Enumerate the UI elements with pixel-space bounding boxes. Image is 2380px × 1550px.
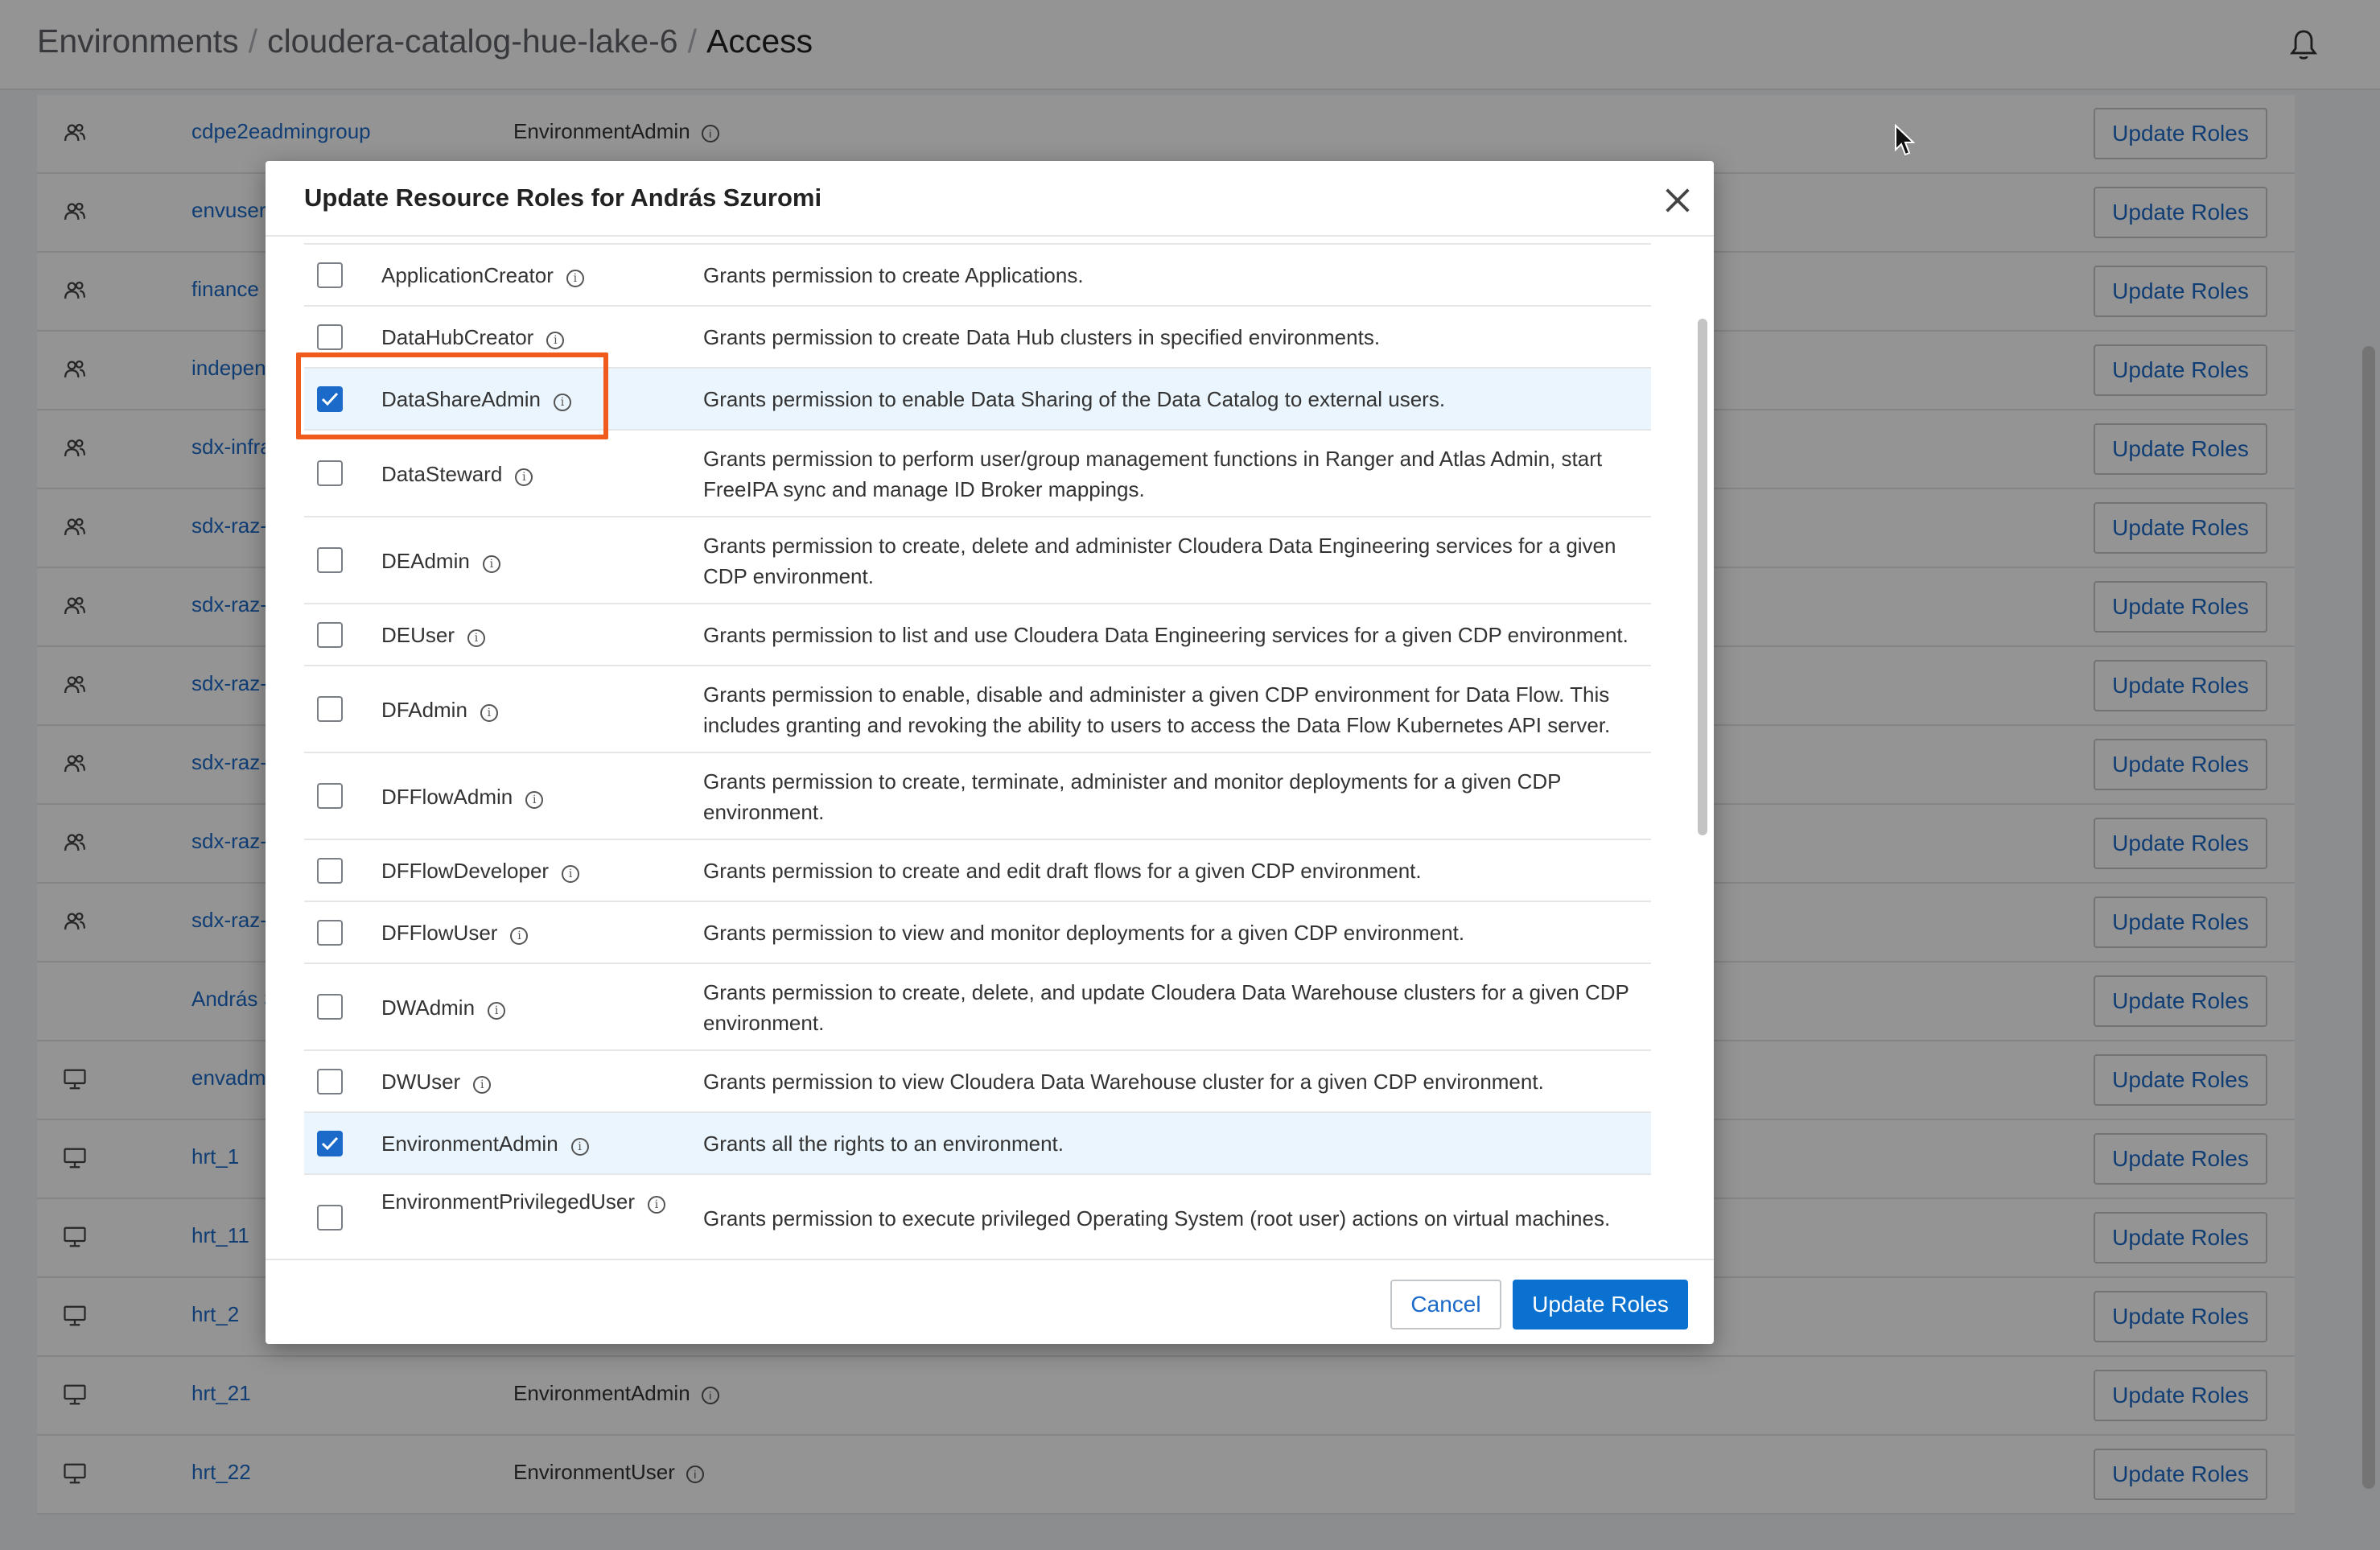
info-icon[interactable]: i <box>480 704 498 722</box>
role-row[interactable]: DataHubCreator i Grants permission to crea… <box>304 307 1651 369</box>
update-roles-button[interactable]: Update Roles <box>1513 1280 1688 1329</box>
role-name: DataHubCreator i <box>381 322 671 352</box>
role-checkbox[interactable] <box>317 547 343 573</box>
role-checkbox[interactable] <box>317 994 343 1020</box>
role-name-label: DEUser <box>381 623 455 647</box>
info-icon[interactable]: i <box>570 1138 589 1156</box>
role-name-label: EnvironmentPrivilegedUser <box>381 1189 636 1214</box>
info-icon[interactable]: i <box>546 332 565 349</box>
roles-list: ApplicationCreator i Grants permission to … <box>304 243 1651 1259</box>
checkmark-icon <box>321 392 339 406</box>
role-description: Grants permission to create, delete and … <box>703 534 1616 588</box>
info-icon[interactable]: i <box>467 629 486 647</box>
role-name-label: EnvironmentAdmin <box>381 1132 558 1156</box>
role-description: Grants permission to enable Data Sharing… <box>703 387 1446 411</box>
info-icon[interactable]: i <box>510 927 529 945</box>
info-icon[interactable]: i <box>562 865 580 883</box>
role-description: Grants permission to perform user/group … <box>703 447 1603 501</box>
role-row[interactable]: DFFlowAdmin i Grants permission to create,… <box>304 753 1651 840</box>
close-icon[interactable] <box>1662 185 1693 216</box>
roles-scrollbar-thumb[interactable] <box>1698 319 1707 835</box>
role-checkbox[interactable] <box>317 920 343 946</box>
role-description: Grants permission to view and monitor de… <box>703 921 1465 945</box>
role-name: DataShareAdmin i <box>381 384 671 414</box>
info-icon[interactable]: i <box>648 1196 666 1214</box>
role-name: EnvironmentPrivilegedUser i <box>381 1186 671 1217</box>
role-description: Grants all the rights to an environment. <box>703 1132 1064 1156</box>
role-checkbox[interactable] <box>317 386 343 412</box>
checkmark-icon <box>321 1136 339 1151</box>
info-icon[interactable]: i <box>488 1002 506 1020</box>
roles-scroll-area[interactable]: ApplicationCreator i Grants permission to … <box>304 237 1675 1259</box>
role-description: Grants permission to create and edit dra… <box>703 859 1422 883</box>
role-name-label: DataShareAdmin <box>381 387 541 411</box>
modal-title: Update Resource Roles for András Szuromi <box>304 183 822 212</box>
info-icon[interactable]: i <box>566 270 584 287</box>
role-name-label: DEAdmin <box>381 549 470 573</box>
role-description: Grants permission to list and use Cloude… <box>703 623 1629 647</box>
role-row[interactable]: DFFlowUser i Grants permission to view and… <box>304 902 1651 964</box>
role-row[interactable]: DWAdmin i Grants permission to create, del… <box>304 964 1651 1051</box>
role-name: DEAdmin i <box>381 546 671 576</box>
mouse-cursor-icon <box>1895 124 1915 156</box>
role-name: DFFlowAdmin i <box>381 781 671 812</box>
role-checkbox[interactable] <box>317 1131 343 1156</box>
role-name: DFFlowUser i <box>381 917 671 948</box>
role-row[interactable]: ApplicationCreator i Grants permission to … <box>304 245 1651 307</box>
role-name-label: DFFlowDeveloper <box>381 859 550 883</box>
info-icon[interactable]: i <box>473 1076 492 1094</box>
role-checkbox[interactable] <box>317 1069 343 1094</box>
role-name-label: DFFlowUser <box>381 921 498 945</box>
role-description: Grants permission to enable, disable and… <box>703 682 1611 737</box>
role-row[interactable]: DataShareAdmin i Grants permission to enab… <box>304 369 1651 431</box>
role-name-label: ApplicationCreator <box>381 263 554 287</box>
role-checkbox[interactable] <box>317 696 343 722</box>
role-checkbox[interactable] <box>317 1205 343 1231</box>
role-name: DWAdmin i <box>381 992 671 1023</box>
role-checkbox[interactable] <box>317 262 343 288</box>
info-icon[interactable]: i <box>515 468 533 486</box>
cancel-button[interactable]: Cancel <box>1390 1280 1501 1329</box>
role-description: Grants permission to view Cloudera Data … <box>703 1070 1544 1094</box>
role-name: DEUser i <box>381 620 671 650</box>
role-name: DFFlowDeveloper i <box>381 855 671 886</box>
modal-divider <box>266 1259 1714 1260</box>
info-icon[interactable]: i <box>482 555 500 573</box>
role-name-label: DFFlowAdmin <box>381 785 513 809</box>
role-checkbox[interactable] <box>317 858 343 884</box>
info-icon[interactable]: i <box>554 394 571 411</box>
role-row[interactable]: DataSteward i Grants permission to perform… <box>304 431 1651 517</box>
role-row[interactable]: DFFlowDeveloper i Grants permission to cre… <box>304 840 1651 902</box>
role-name: ApplicationCreator i <box>381 260 671 291</box>
role-name: EnvironmentAdmin i <box>381 1128 671 1159</box>
role-name: DataSteward i <box>381 459 671 489</box>
role-name-label: DataSteward <box>381 462 503 486</box>
role-description: Grants permission to execute privileged … <box>703 1206 1611 1231</box>
role-row[interactable]: EnvironmentAdmin i Grants all the rights t… <box>304 1113 1651 1175</box>
role-checkbox[interactable] <box>317 460 343 486</box>
role-row[interactable]: EnvironmentPrivilegedUser i Grants permiss… <box>304 1175 1651 1259</box>
role-checkbox[interactable] <box>317 324 343 350</box>
role-name-label: DFAdmin <box>381 698 467 722</box>
role-name-label: DataHubCreator <box>381 325 534 349</box>
info-icon[interactable]: i <box>525 791 544 809</box>
role-checkbox[interactable] <box>317 622 343 648</box>
role-row[interactable]: DEAdmin i Grants permission to create, del… <box>304 517 1651 604</box>
role-name: DWUser i <box>381 1066 671 1097</box>
role-description: Grants permission to create Applications… <box>703 263 1084 287</box>
role-description: Grants permission to create Data Hub clu… <box>703 325 1381 349</box>
role-name-label: DWAdmin <box>381 996 476 1020</box>
role-description: Grants permission to create, delete, and… <box>703 980 1629 1035</box>
role-name: DFAdmin i <box>381 695 671 725</box>
role-description: Grants permission to create, terminate, … <box>703 769 1561 824</box>
role-row[interactable]: DFAdmin i Grants permission to enable, dis… <box>304 666 1651 753</box>
role-row[interactable]: DWUser i Grants permission to view Clouder… <box>304 1051 1651 1113</box>
role-checkbox[interactable] <box>317 783 343 809</box>
role-name-label: DWUser <box>381 1070 461 1094</box>
role-row[interactable]: DEUser i Grants permission to list and use… <box>304 604 1651 666</box>
update-roles-modal: Update Resource Roles for András Szuromi… <box>266 161 1714 1344</box>
